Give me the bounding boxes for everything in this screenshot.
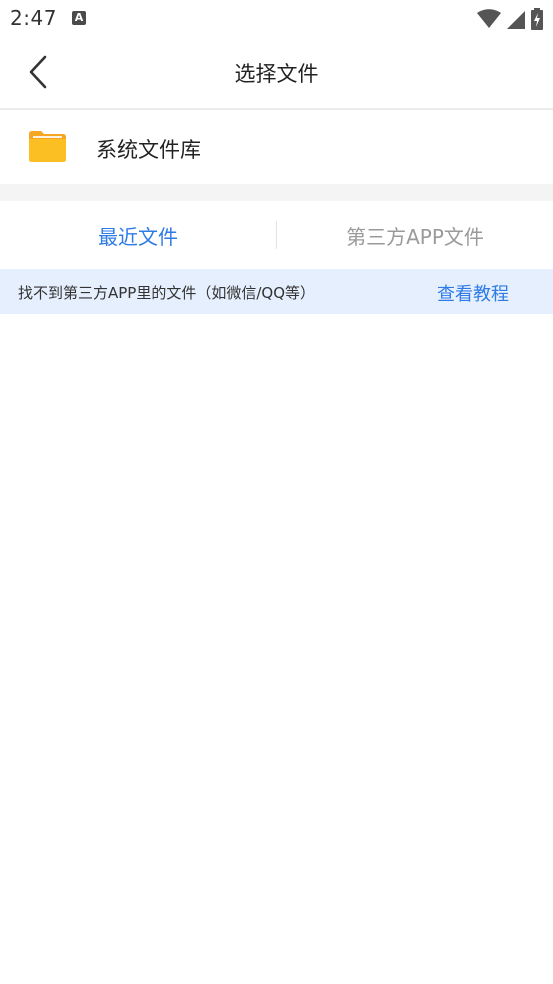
app-header: 选择文件 bbox=[0, 38, 553, 110]
tab-third-party-app-files[interactable]: 第三方APP文件 bbox=[277, 201, 553, 269]
status-bar: 2:47 A bbox=[0, 0, 553, 38]
help-notice-bar: 找不到第三方APP里的文件（如微信/QQ等） 查看教程 bbox=[0, 269, 553, 314]
system-file-library-label: 系统文件库 bbox=[96, 138, 201, 162]
battery-charging-icon bbox=[531, 8, 543, 30]
notification-a-icon: A bbox=[72, 11, 86, 25]
system-file-library-item[interactable]: 系统文件库 bbox=[0, 110, 553, 184]
section-divider bbox=[0, 184, 553, 201]
tab-recent-files[interactable]: 最近文件 bbox=[0, 201, 276, 269]
file-source-tabs: 最近文件 第三方APP文件 bbox=[0, 201, 553, 269]
notice-text: 找不到第三方APP里的文件（如微信/QQ等） bbox=[18, 284, 316, 302]
folder-icon bbox=[29, 131, 66, 162]
status-icons bbox=[477, 7, 543, 31]
file-list-area bbox=[0, 314, 553, 984]
status-time: 2:47 bbox=[10, 6, 57, 30]
view-tutorial-link[interactable]: 查看教程 bbox=[437, 280, 509, 306]
page-title: 选择文件 bbox=[234, 62, 319, 86]
signal-icon bbox=[507, 11, 525, 29]
wifi-icon bbox=[477, 9, 501, 28]
